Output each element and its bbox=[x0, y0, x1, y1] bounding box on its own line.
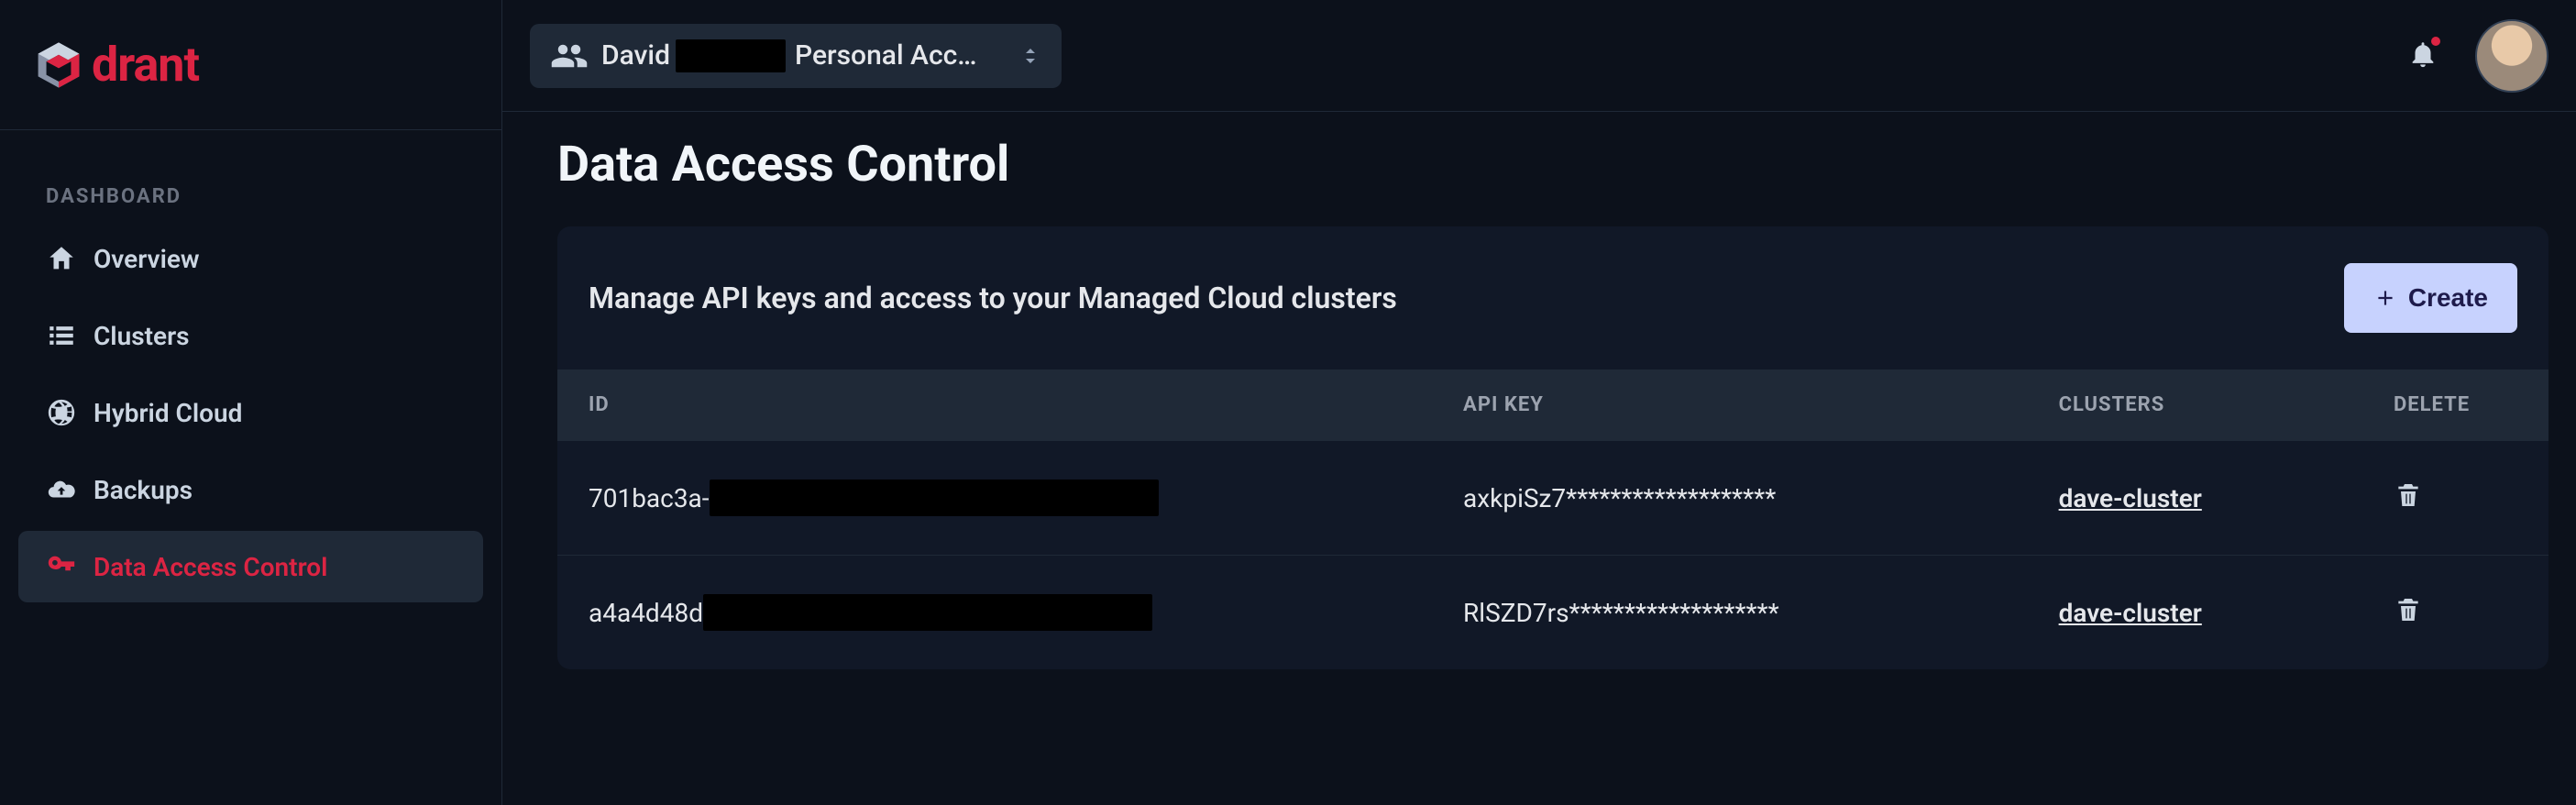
api-keys-panel: Manage API keys and access to your Manag… bbox=[557, 226, 2548, 669]
logo[interactable]: drant bbox=[0, 0, 501, 130]
brand-name: drant bbox=[92, 37, 199, 93]
redacted-id bbox=[710, 480, 1159, 516]
plus-icon bbox=[2373, 286, 2397, 310]
trash-icon bbox=[2394, 595, 2423, 624]
sidebar-item-hybrid-cloud[interactable]: Hybrid Cloud bbox=[18, 377, 483, 448]
notifications-button[interactable] bbox=[2407, 39, 2438, 73]
sidebar-item-label: Clusters bbox=[94, 321, 190, 351]
sidebar-item-label: Data Access Control bbox=[94, 552, 327, 582]
cluster-link[interactable]: dave-cluster bbox=[2059, 483, 2202, 513]
create-button[interactable]: Create bbox=[2344, 263, 2517, 333]
account-name: David Personal Acc… bbox=[601, 39, 977, 72]
column-header-id: ID bbox=[557, 369, 1432, 441]
nav-section-title: DASHBOARD bbox=[18, 185, 483, 223]
key-id-prefix: a4a4d48d bbox=[589, 598, 703, 628]
table-row: 701bac3a- axkpiSz7******************* da… bbox=[557, 441, 2548, 556]
people-icon bbox=[550, 37, 589, 75]
panel-subtitle: Manage API keys and access to your Manag… bbox=[589, 281, 1397, 315]
redacted-id bbox=[703, 594, 1152, 631]
qdrant-logo-icon bbox=[33, 39, 84, 91]
account-first-name: David bbox=[601, 39, 670, 72]
list-icon bbox=[46, 320, 77, 351]
redacted-last-name bbox=[676, 39, 786, 72]
table-row: a4a4d48d RlSZD7rs******************* dav… bbox=[557, 556, 2548, 670]
sidebar-item-backups[interactable]: Backups bbox=[18, 454, 483, 525]
cloud-upload-icon bbox=[46, 474, 77, 505]
key-id-prefix: 701bac3a- bbox=[589, 483, 710, 513]
column-header-clusters: CLUSTERS bbox=[2028, 369, 2362, 441]
sidebar-item-label: Overview bbox=[94, 244, 200, 274]
sidebar-item-data-access-control[interactable]: Data Access Control bbox=[18, 531, 483, 602]
globe-icon bbox=[46, 397, 77, 428]
trash-icon bbox=[2394, 480, 2423, 510]
sidebar-item-label: Backups bbox=[94, 475, 193, 505]
sidebar-item-clusters[interactable]: Clusters bbox=[18, 300, 483, 371]
key-icon bbox=[46, 551, 77, 582]
delete-button[interactable] bbox=[2394, 595, 2423, 627]
column-header-api-key: API KEY bbox=[1432, 369, 2028, 441]
topbar: David Personal Acc… bbox=[502, 0, 2576, 112]
sidebar: drant DASHBOARD Overview Clusters Hybrid… bbox=[0, 0, 502, 805]
home-icon bbox=[46, 243, 77, 274]
notification-dot-icon bbox=[2431, 37, 2440, 46]
sidebar-item-label: Hybrid Cloud bbox=[94, 398, 242, 428]
sidebar-item-overview[interactable]: Overview bbox=[18, 223, 483, 294]
account-suffix: Personal Acc… bbox=[795, 39, 977, 72]
page-title: Data Access Control bbox=[502, 112, 2576, 217]
cluster-link[interactable]: dave-cluster bbox=[2059, 598, 2202, 628]
account-selector[interactable]: David Personal Acc… bbox=[530, 24, 1062, 88]
create-button-label: Create bbox=[2408, 283, 2488, 313]
api-key-value: RlSZD7rs******************* bbox=[1432, 556, 2028, 670]
avatar[interactable] bbox=[2475, 19, 2548, 93]
delete-button[interactable] bbox=[2394, 480, 2423, 513]
main: David Personal Acc… Data Access Control … bbox=[502, 0, 2576, 805]
column-header-delete: DELETE bbox=[2362, 369, 2548, 441]
nav-section: DASHBOARD Overview Clusters Hybrid Cloud… bbox=[0, 130, 501, 608]
api-key-value: axkpiSz7******************* bbox=[1432, 441, 2028, 556]
api-keys-table: ID API KEY CLUSTERS DELETE 701bac3a- bbox=[557, 369, 2548, 669]
chevron-up-down-icon bbox=[1019, 45, 1041, 67]
